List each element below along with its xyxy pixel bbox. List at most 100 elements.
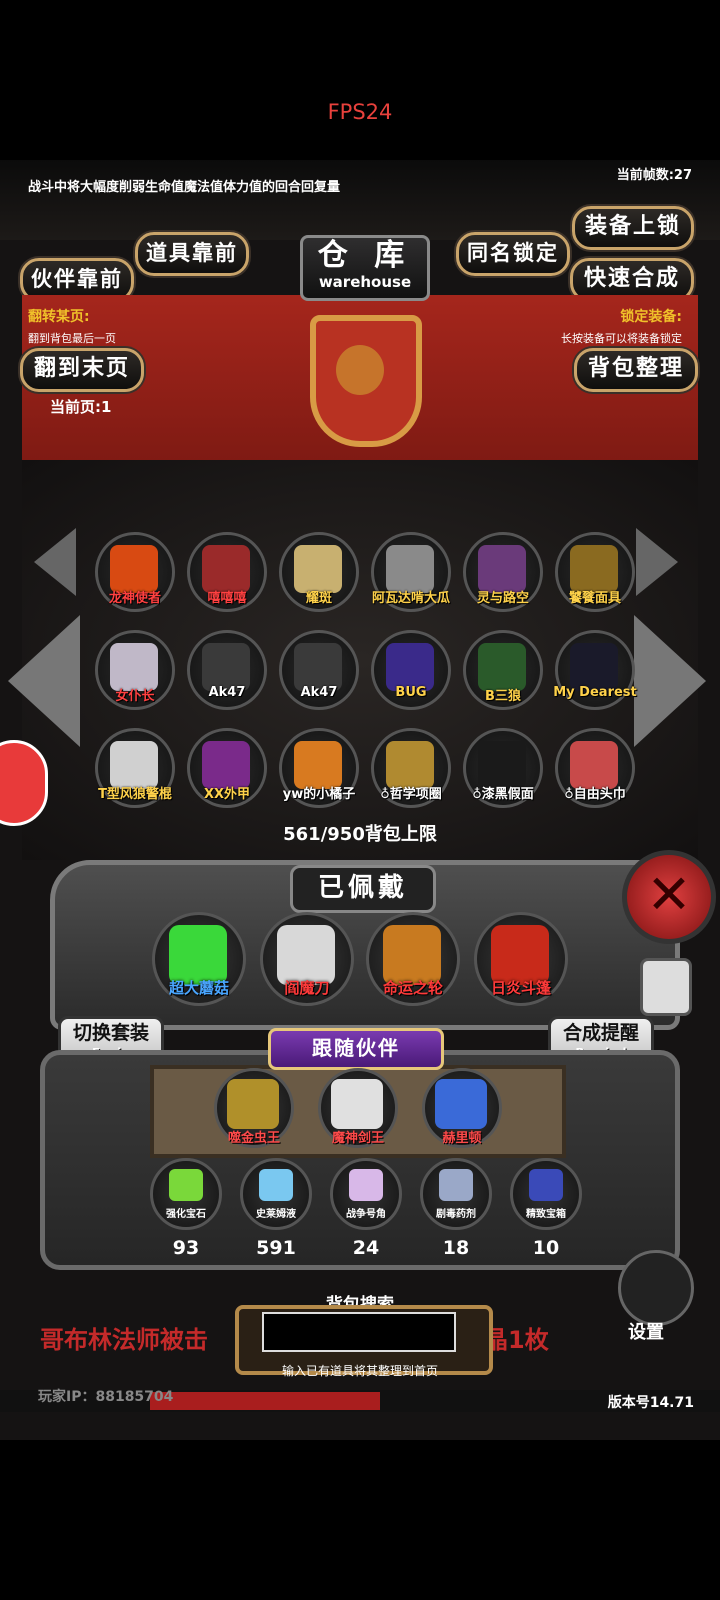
prev-page-small-arrow-icon[interactable] [34,528,76,596]
item-slot[interactable]: yw的小橘子 [279,728,359,808]
item-name: XX外甲 [203,787,251,802]
resource-icon [439,1169,473,1201]
version: 版本号14.71 [607,1395,694,1411]
item-slot[interactable]: ♁自由头巾 [555,728,635,808]
item-slot[interactable]: ♁哲学项圈 [371,728,451,808]
item-slot[interactable]: 耀斑 [279,532,359,612]
prev-page-arrow-icon[interactable] [8,615,80,747]
item-name: ♁哲学项圈 [380,787,442,802]
resource-count: 93 [172,1237,200,1259]
item-slot[interactable]: 饕餮面具 [555,532,635,612]
resource-count: 24 [352,1237,380,1259]
item-slot[interactable]: 灵与路空 [463,532,543,612]
item-icon [294,545,342,593]
item-icon [478,545,526,593]
page-title: 仓 库 [317,238,413,273]
search-hint: 输入已有道具将其整理到首页 [281,1364,438,1378]
player-ip: 玩家IP：88185704 [38,1389,174,1405]
item-name: 灵与路空 [476,591,529,606]
equipped-item-icon [383,925,441,985]
resource-slot[interactable]: 精致宝箱 10 [510,1158,582,1259]
item-slot[interactable]: My Dearest [553,630,637,710]
equipped-item-icon [169,925,227,985]
item-slot[interactable]: T型风狼警棍 [95,728,175,808]
item-name: 龙神使者 [108,591,161,606]
next-page-small-arrow-icon[interactable] [636,528,678,596]
item-name: 嘻嘻嘻 [207,591,247,606]
red-progress-bar [150,1392,380,1410]
resource-name: 史莱姆液 [256,1209,296,1220]
resource-count: 591 [256,1237,296,1259]
resource-icon [259,1169,293,1201]
equipped-title: 已佩戴 [290,865,436,913]
item-icon [110,643,158,691]
item-icon [570,643,618,691]
item-slot[interactable]: BUG [371,630,451,710]
item-slot[interactable]: B三狼 [463,630,543,710]
equip-lock-button[interactable]: 装备上锁 [572,206,694,250]
item-slot[interactable]: XX外甲 [187,728,267,808]
item-front-button[interactable]: 道具靠前 [135,232,249,276]
pet-slot[interactable]: 噬金虫王 [214,1068,294,1148]
pet-slot[interactable]: 魔神剑王 [318,1068,398,1148]
item-icon [570,545,618,593]
item-icon [386,545,434,593]
follow-title: 跟随伙伴 [268,1028,444,1070]
item-name: 女仆长 [115,689,155,704]
same-name-lock-button[interactable]: 同名锁定 [456,232,570,276]
flip-last-page-button[interactable]: 翻到末页 [20,348,144,392]
item-icon [478,643,526,691]
scroll-message-right: 晶1枚 [484,1326,549,1354]
resource-icon [169,1169,203,1201]
item-name: B三狼 [485,689,521,704]
dice-icon[interactable] [640,958,692,1016]
resource-slot[interactable]: 史莱姆液 591 [240,1158,312,1259]
item-slot[interactable]: ♁漆黑假面 [463,728,543,808]
item-slot[interactable]: 嘻嘻嘻 [187,532,267,612]
item-slot[interactable]: 女仆长 [95,630,175,710]
item-name: Ak47 [300,685,338,700]
bag-sort-button[interactable]: 背包整理 [574,348,698,392]
search-input[interactable] [262,1312,456,1352]
equipped-slot[interactable]: 日炎斗篷 [474,912,568,1006]
warehouse-title-plate: 仓 库 warehouse [300,235,430,301]
pet-name: 魔神剑王 [331,1131,384,1146]
item-name: My Dearest [553,685,637,700]
equipped-item-icon [491,925,549,985]
page-subtitle: warehouse [318,273,412,291]
item-slot[interactable]: Ak47 [187,630,267,710]
lion-icon [336,345,384,395]
pet-slot[interactable]: 赫里顿 [422,1068,502,1148]
resource-name: 精致宝箱 [526,1209,566,1220]
combine-remind-label: 合成提醒 [562,1022,639,1044]
item-icon [202,741,250,789]
bag-limit: 561/950背包上限 [283,824,437,845]
item-icon [570,741,618,789]
item-slot[interactable]: Ak47 [279,630,359,710]
resource-slot[interactable]: 战争号角 24 [330,1158,402,1259]
next-page-arrow-icon[interactable] [634,615,706,747]
equipped-slot[interactable]: 命运之轮 [366,912,460,1006]
settings-gear-icon[interactable] [618,1250,694,1326]
equipped-item-name: 阎魔刀 [284,979,330,997]
battle-tip: 战斗中将大幅度削弱生命值魔法值体力值的回合回复量 [28,180,341,195]
pet-name: 噬金虫王 [227,1131,280,1146]
resource-slot[interactable]: 剧毒药剂 18 [420,1158,492,1259]
flip-desc: 翻到背包最后一页 [28,332,116,345]
fps-overlay: FPS24 [327,100,393,124]
item-icon [294,643,342,691]
resource-slot[interactable]: 强化宝石 93 [150,1158,222,1259]
settings-label[interactable]: 设置 [628,1318,664,1344]
equipped-slot[interactable]: 阎魔刀 [260,912,354,1006]
resource-name: 强化宝石 [166,1209,206,1220]
close-button[interactable]: ✕ [622,850,716,944]
item-slot[interactable]: 龙神使者 [95,532,175,612]
equipped-item-name: 命运之轮 [382,979,443,997]
equipped-slot[interactable]: 超大蘑菇 [152,912,246,1006]
item-slot[interactable]: 阿瓦达啃大瓜 [371,532,451,612]
item-icon [478,741,526,789]
equipped-item-name: 超大蘑菇 [168,979,229,997]
pet-icon [331,1079,383,1129]
item-name: T型风狼警棍 [98,787,172,802]
current-page: 当前页:1 [50,398,112,416]
